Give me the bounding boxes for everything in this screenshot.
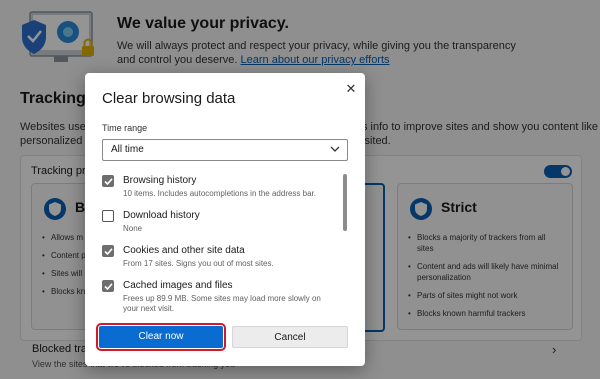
checkmark-icon (104, 178, 113, 186)
list-item-cookies[interactable]: Cookies and other site data From 17 site… (102, 243, 334, 273)
cancel-button[interactable]: Cancel (232, 326, 348, 348)
time-range-select[interactable]: All time (102, 139, 348, 161)
browsing-history-checkbox[interactable] (102, 175, 114, 187)
browsing-history-title: Browsing history (123, 175, 197, 186)
list-item-cached-images[interactable]: Cached images and files Frees up 89.9 MB… (102, 278, 334, 323)
download-history-title: Download history (123, 210, 200, 221)
checkmark-icon (104, 283, 113, 291)
cached-images-title: Cached images and files (123, 280, 233, 291)
cookies-checkbox[interactable] (102, 245, 114, 257)
close-icon[interactable]: ✕ (343, 81, 359, 97)
cached-images-desc: Frees up 89.9 MB. Some sites may load mo… (123, 294, 321, 313)
browsing-history-desc: 10 items. Includes autocompletions in th… (123, 189, 316, 198)
list-item-browsing-history[interactable]: Browsing history 10 items. Includes auto… (102, 173, 334, 203)
clear-browsing-data-dialog: Clear browsing data ✕ Time range All tim… (85, 73, 365, 366)
scrollbar[interactable] (343, 174, 347, 231)
data-type-list: Browsing history 10 items. Includes auto… (102, 173, 334, 323)
download-history-desc: None (123, 224, 143, 233)
time-range-label: Time range (102, 123, 148, 133)
download-history-checkbox[interactable] (102, 210, 114, 222)
cached-images-checkbox[interactable] (102, 280, 114, 292)
cookies-desc: From 17 sites. Signs you out of most sit… (123, 259, 274, 268)
clear-now-button[interactable]: Clear now (96, 323, 226, 351)
checkmark-icon (104, 248, 113, 256)
chevron-down-icon (330, 146, 340, 152)
time-range-value: All time (111, 144, 144, 155)
dialog-title: Clear browsing data (102, 90, 236, 107)
list-item-download-history[interactable]: Download history None (102, 208, 334, 238)
cookies-title: Cookies and other site data (123, 245, 245, 256)
